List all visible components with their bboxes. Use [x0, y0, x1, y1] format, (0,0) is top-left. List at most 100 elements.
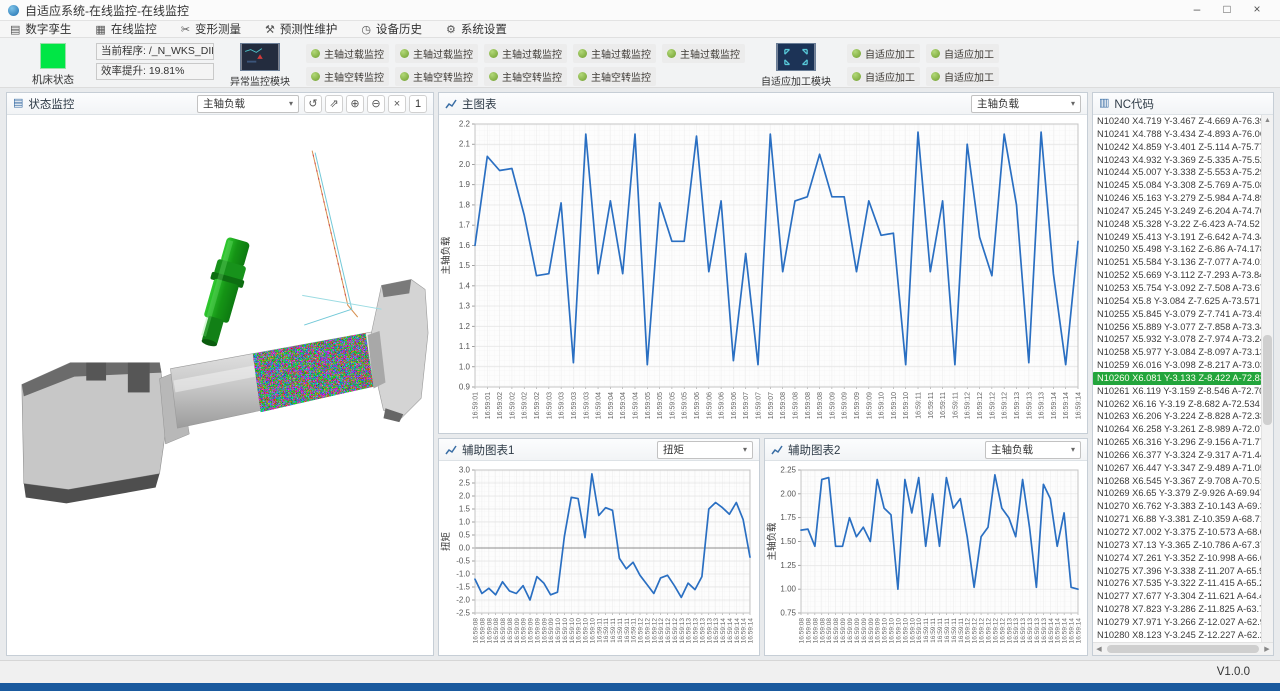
aux-chart1-dropdown[interactable]: 扭矩 ▾	[657, 441, 753, 459]
overload-monitor-chip-3[interactable]: 主轴过载监控	[573, 44, 656, 63]
view-page-indicator[interactable]: 1	[409, 95, 427, 113]
nc-line[interactable]: N10277 X7.677 Y-3.304 Z-11.621 A-64.48	[1093, 590, 1261, 603]
nc-line[interactable]: N10250 X5.498 Y-3.162 Z-6.86 A-74.178 (	[1093, 243, 1261, 256]
nc-line[interactable]: N10245 X5.084 Y-3.308 Z-5.769 A-75.088	[1093, 179, 1261, 192]
nc-line[interactable]: N10276 X7.535 Y-3.322 Z-11.415 A-65.22	[1093, 577, 1261, 590]
nc-line[interactable]: N10243 X4.932 Y-3.369 Z-5.335 A-75.523	[1093, 154, 1261, 167]
nc-line[interactable]: N10254 X5.8 Y-3.084 Z-7.625 A-73.571 C	[1093, 295, 1261, 308]
nc-line[interactable]: N10264 X6.258 Y-3.261 Z-8.989 A-72.072	[1093, 423, 1261, 436]
idle-monitor-chip-2[interactable]: 主轴空转监控	[484, 67, 567, 86]
overload-monitor-chip-2[interactable]: 主轴过载监控	[484, 44, 567, 63]
idle-monitor-chip-0[interactable]: 主轴空转监控	[306, 67, 389, 86]
nc-line[interactable]: N10261 X6.119 Y-3.159 Z-8.546 A-72.701	[1093, 385, 1261, 398]
nc-line[interactable]: N10269 X6.65 Y-3.379 Z-9.926 A-69.947 (	[1093, 487, 1261, 500]
nc-line[interactable]: N10246 X5.163 Y-3.279 Z-5.984 A-74.892	[1093, 192, 1261, 205]
adaptive-module-block[interactable]: 自适应加工模块	[761, 43, 831, 88]
nc-line[interactable]: N10268 X6.545 Y-3.367 Z-9.708 A-70.519	[1093, 475, 1261, 488]
nc-line[interactable]: N10275 X7.396 Y-3.338 Z-11.207 A-65.95	[1093, 565, 1261, 578]
zoom-in-button[interactable]: ⊕	[346, 95, 364, 113]
nc-horizontal-scrollbar[interactable]: ◀ ▶	[1093, 642, 1273, 655]
nc-line[interactable]: N10240 X4.719 Y-3.467 Z-4.669 A-76.396	[1093, 115, 1261, 128]
anomaly-module-thumbnail[interactable]	[240, 43, 280, 71]
svg-text:主轴负载: 主轴负载	[440, 236, 452, 275]
adaptive-chip-1[interactable]: 自适应加工	[926, 44, 999, 63]
overload-monitor-chip-4[interactable]: 主轴过载监控	[662, 44, 745, 63]
menu-item-2[interactable]: ✂变形测量	[181, 21, 241, 37]
nc-line[interactable]: N10265 X6.316 Y-3.296 Z-9.156 A-71.771	[1093, 436, 1261, 449]
svg-text:1.8: 1.8	[459, 200, 471, 209]
viewport-3d[interactable]	[7, 115, 433, 654]
nc-line[interactable]: N10274 X7.261 Y-3.352 Z-10.998 A-66.67	[1093, 552, 1261, 565]
anomaly-module-block[interactable]: 异常监控模块	[230, 43, 290, 88]
idle-monitor-chip-1[interactable]: 主轴空转监控	[395, 67, 478, 86]
overload-monitor-chip-1[interactable]: 主轴过载监控	[395, 44, 478, 63]
menu-item-5[interactable]: ⚙系统设置	[446, 21, 507, 37]
main-chart-dropdown[interactable]: 主轴负载 ▾	[971, 95, 1081, 113]
scrollbar-thumb[interactable]	[1263, 335, 1272, 425]
nc-line[interactable]: N10252 X5.669 Y-3.112 Z-7.293 A-73.844	[1093, 269, 1261, 282]
nc-line[interactable]: N10280 X8.123 Y-3.245 Z-12.227 A-62.23	[1093, 629, 1261, 642]
nc-line[interactable]: N10270 X6.762 Y-3.383 Z-10.143 A-69.34	[1093, 500, 1261, 513]
menu-item-label: 变形测量	[195, 21, 241, 37]
scroll-left-icon[interactable]: ◀	[1093, 645, 1105, 653]
maximize-button[interactable]: □	[1212, 0, 1242, 20]
nc-line[interactable]: N10259 X6.016 Y-3.098 Z-8.217 A-73.036	[1093, 359, 1261, 372]
nc-line[interactable]: N10262 X6.16 Y-3.19 Z-8.682 A-72.534 C	[1093, 398, 1261, 411]
nc-line[interactable]: N10257 X5.932 Y-3.078 Z-7.974 A-73.243	[1093, 333, 1261, 346]
chip-label: 主轴过载监控	[324, 46, 384, 61]
nc-line[interactable]: N10271 X6.88 Y-3.381 Z-10.359 A-68.711	[1093, 513, 1261, 526]
nc-line[interactable]: N10253 X5.754 Y-3.092 Z-7.508 A-73.677	[1093, 282, 1261, 295]
nc-line[interactable]: N10242 X4.859 Y-3.401 Z-5.114 A-75.775	[1093, 141, 1261, 154]
svg-text:16:59:03: 16:59:03	[583, 392, 590, 419]
cutting-tool	[192, 235, 255, 350]
overload-monitor-chip-0[interactable]: 主轴过载监控	[306, 44, 389, 63]
svg-text:16:59:12: 16:59:12	[965, 392, 972, 419]
nc-line[interactable]: N10279 X7.971 Y-3.266 Z-12.027 A-62.98	[1093, 616, 1261, 629]
nc-line[interactable]: N10248 X5.328 Y-3.22 Z-6.423 A-74.52 C	[1093, 218, 1261, 231]
adaptive-chip-3[interactable]: 自适应加工	[926, 67, 999, 86]
scrollbar-thumb[interactable]	[1107, 645, 1259, 653]
menu-item-4[interactable]: ◷设备历史	[361, 21, 422, 37]
nc-line[interactable]: N10266 X6.377 Y-3.324 Z-9.317 A-71.443	[1093, 449, 1261, 462]
export-button[interactable]: ⇗	[325, 95, 343, 113]
svg-text:16:59:03: 16:59:03	[571, 392, 578, 419]
nc-line[interactable]: N10272 X7.002 Y-3.375 Z-10.573 A-68.05	[1093, 526, 1261, 539]
menu-item-1[interactable]: ▦在线监控	[95, 21, 156, 37]
adaptive-module-thumbnail[interactable]	[776, 43, 816, 71]
nc-line[interactable]: N10251 X5.584 Y-3.136 Z-7.077 A-74.012	[1093, 256, 1261, 269]
nc-line[interactable]: N10255 X5.845 Y-3.079 Z-7.741 A-73.458	[1093, 308, 1261, 321]
nc-line[interactable]: N10247 X5.245 Y-3.249 Z-6.204 A-74.701	[1093, 205, 1261, 218]
menu-item-0[interactable]: ▤数字孪生	[10, 21, 71, 37]
svg-text:2.25: 2.25	[780, 466, 796, 475]
nc-line-active[interactable]: N10260 X6.081 Y-3.133 Z-8.422 A-72.835	[1093, 372, 1261, 385]
orbit-button[interactable]: ↺	[304, 95, 322, 113]
viewport-tools: ↺ ⇗ ⊕ ⊖ × 1	[304, 95, 427, 113]
scroll-up-icon[interactable]: ▲	[1262, 115, 1273, 127]
nc-line[interactable]: N10241 X4.788 Y-3.434 Z-4.893 A-76.062	[1093, 128, 1261, 141]
minimize-button[interactable]: –	[1182, 0, 1212, 20]
nc-line[interactable]: N10249 X5.413 Y-3.191 Z-6.642 A-74.346	[1093, 231, 1261, 244]
adaptive-chip-0[interactable]: 自适应加工	[847, 44, 920, 63]
status-bar: V1.0.0	[0, 660, 1280, 683]
nc-line[interactable]: N10256 X5.889 Y-3.077 Z-7.858 A-73.348	[1093, 321, 1261, 334]
zoom-out-button[interactable]: ⊖	[367, 95, 385, 113]
nc-line[interactable]: N10273 X7.13 Y-3.365 Z-10.786 A-67.372	[1093, 539, 1261, 552]
nc-line[interactable]: N10278 X7.823 Y-3.286 Z-11.825 A-63.73	[1093, 603, 1261, 616]
svg-text:-2.5: -2.5	[456, 609, 470, 618]
scroll-right-icon[interactable]: ▶	[1261, 645, 1273, 653]
idle-chip-row: 主轴空转监控主轴空转监控主轴空转监控主轴空转监控	[306, 67, 745, 86]
nc-line[interactable]: N10267 X6.447 Y-3.347 Z-9.489 A-71.055	[1093, 462, 1261, 475]
nc-line[interactable]: N10258 X5.977 Y-3.084 Z-8.097 A-73.138	[1093, 346, 1261, 359]
nc-line[interactable]: N10244 X5.007 Y-3.338 Z-5.553 A-75.297	[1093, 166, 1261, 179]
status-view-dropdown[interactable]: 主轴负载 ▾	[197, 95, 299, 113]
close-button[interactable]: ×	[1242, 0, 1272, 20]
aux-chart2-dropdown[interactable]: 主轴负载 ▾	[985, 441, 1081, 459]
idle-monitor-chip-3[interactable]: 主轴空转监控	[573, 67, 656, 86]
menu-item-3[interactable]: ⚒预测性维护	[265, 21, 337, 37]
adaptive-chip-2[interactable]: 自适应加工	[847, 67, 920, 86]
window-title: 自适应系统-在线监控-在线监控	[25, 2, 189, 19]
workpiece-root	[22, 363, 168, 504]
nc-line[interactable]: N10263 X6.206 Y-3.224 Z-8.828 A-72.33 (	[1093, 410, 1261, 423]
fit-view-button[interactable]: ×	[388, 95, 406, 113]
nc-vertical-scrollbar[interactable]: ▲	[1261, 115, 1273, 642]
